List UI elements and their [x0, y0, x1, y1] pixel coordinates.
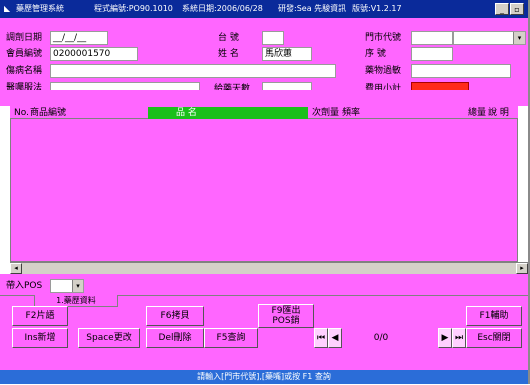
f2-phrase-button[interactable]: F2片語	[12, 306, 68, 326]
date-input[interactable]: __/__/__	[50, 31, 108, 45]
col-description[interactable]: 說 明	[488, 107, 509, 119]
f5-query-button[interactable]: F5查詢	[204, 328, 258, 348]
store-code-select[interactable]: ▾	[453, 31, 526, 45]
restore-button[interactable]: ▫	[510, 3, 524, 15]
minimize-button[interactable]: _	[495, 3, 509, 15]
allergy-input[interactable]	[411, 64, 511, 78]
next-record-icon[interactable]: ▶	[438, 328, 452, 348]
form-bottom-band	[0, 90, 528, 106]
scroll-right-icon[interactable]: ▸	[516, 263, 528, 274]
f1-help-button[interactable]: F1輔助	[466, 306, 522, 326]
col-total-qty[interactable]: 總量	[468, 107, 486, 119]
del-delete-button[interactable]: Del刪除	[146, 328, 204, 348]
counter-label: 台 號	[218, 33, 239, 43]
ins-add-button[interactable]: Ins新增	[12, 328, 68, 348]
status-bar: 請輸入[門市代號],[藥嘴]或按 F1 查詢	[0, 370, 528, 384]
col-product-name-highlight	[148, 107, 308, 119]
counter-input[interactable]	[262, 31, 284, 45]
col-no[interactable]: No.	[14, 107, 29, 119]
pos-label: 帶入POS	[6, 281, 43, 291]
version-label: 版號:V1.2.17	[352, 4, 402, 13]
col-dose[interactable]: 次劑量	[312, 107, 339, 119]
space-edit-button[interactable]: Space更改	[78, 328, 140, 348]
member-input[interactable]: 0200001570	[50, 47, 138, 61]
sequence-input[interactable]	[411, 47, 453, 61]
record-position: 0/0	[373, 333, 389, 343]
company-label: 研發:Sea 先駿資訊	[278, 4, 347, 13]
previous-record-icon[interactable]: ◀	[328, 328, 342, 348]
f6-copy-button[interactable]: F6拷貝	[146, 306, 204, 326]
allergy-label: 藥物過敏	[365, 66, 402, 76]
col-product-name[interactable]: 品 名	[176, 107, 197, 119]
system-date: 系統日期:2006/06/28	[182, 4, 263, 13]
dropdown-arrow-icon[interactable]: ▾	[72, 280, 83, 292]
scroll-left-icon[interactable]: ◂	[10, 263, 22, 274]
disease-input[interactable]	[50, 64, 336, 78]
store-code-input[interactable]	[411, 31, 453, 45]
sequence-label: 序 號	[365, 49, 386, 59]
dropdown-arrow-icon[interactable]: ▾	[513, 32, 525, 44]
main-window: ◣ 藥歷管理系統 程式編號:PO90.1010 系統日期:2006/06/28 …	[0, 0, 530, 384]
grid-horizontal-scrollbar[interactable]: ◂ ▸	[10, 262, 528, 274]
app-icon: ◣	[4, 4, 11, 13]
lower-panel: 帶入POS ▾ 1.藥歷資料 F2片語 F6拷貝 F9匯出 POS銷 F1輔助 …	[0, 274, 528, 370]
name-label: 姓 名	[218, 49, 239, 59]
date-label: 調劑日期	[6, 33, 43, 43]
name-input[interactable]: 馬欣蕙	[262, 47, 312, 61]
esc-close-button[interactable]: Esc關閉	[466, 328, 522, 348]
disease-label: 傷病名稱	[6, 66, 43, 76]
col-product-code[interactable]: 商品編號	[30, 107, 66, 119]
title-bar: ◣ 藥歷管理系統 程式編號:PO90.1010 系統日期:2006/06/28 …	[0, 0, 528, 18]
app-name: 藥歷管理系統	[16, 4, 64, 13]
program-number: 程式編號:PO90.1010	[94, 4, 173, 13]
member-label: 會員編號	[6, 49, 43, 59]
last-record-icon[interactable]: ⏭	[452, 328, 466, 348]
pos-select[interactable]: ▾	[50, 279, 84, 293]
col-frequency[interactable]: 頻率	[342, 107, 360, 119]
form-panel: 調劑日期 __/__/__ 台 號 門市代號 ▾ 會員編號 0200001570…	[0, 18, 528, 93]
store-code-label: 門市代號	[365, 33, 402, 43]
f9-export-pos-button[interactable]: F9匯出 POS銷	[258, 304, 314, 328]
items-grid[interactable]	[10, 106, 518, 262]
first-record-icon[interactable]: ⏮	[314, 328, 328, 348]
